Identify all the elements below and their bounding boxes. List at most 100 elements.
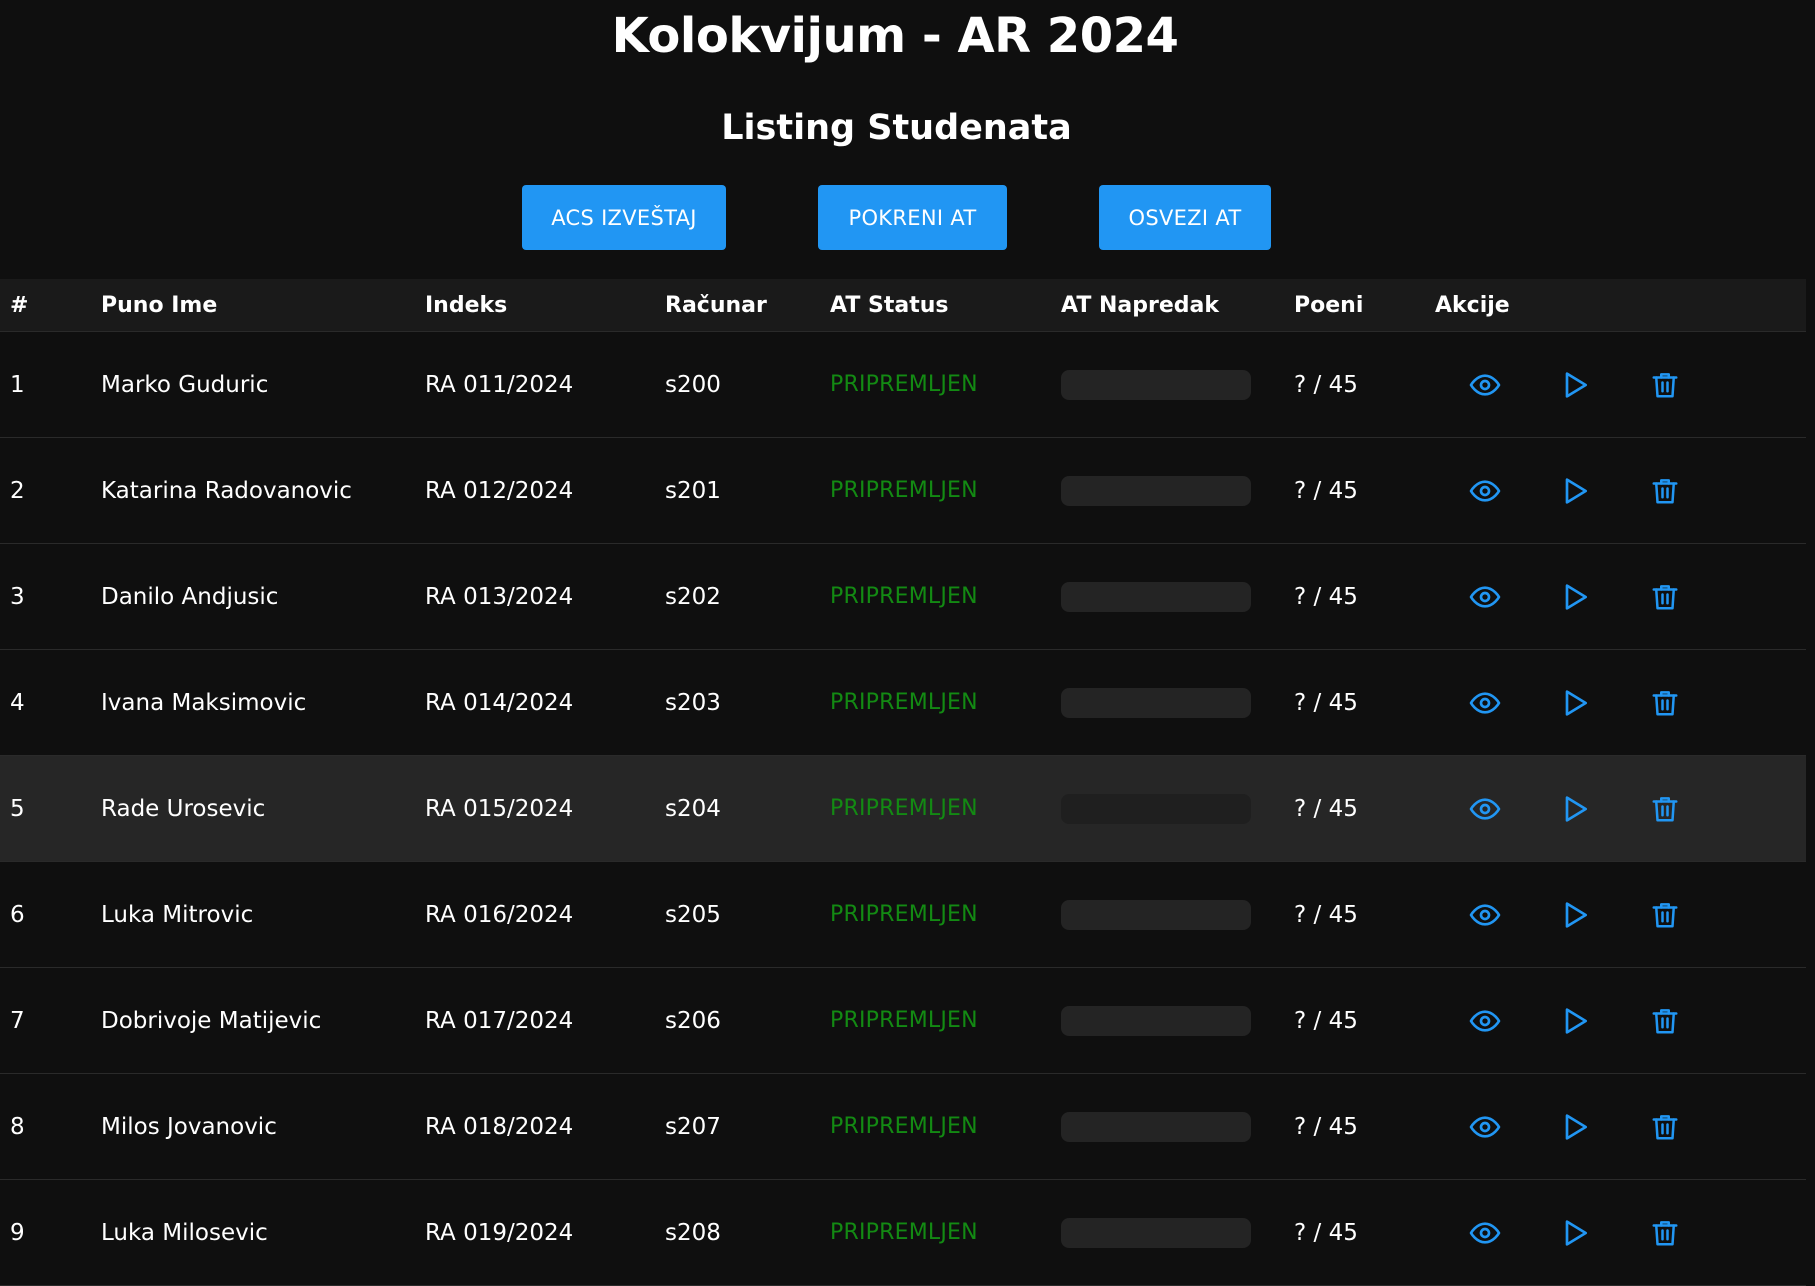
computer-name: s208	[665, 1219, 721, 1246]
table-row: 7 Dobrivoje Matijevic RA 017/2024 s206 PRIPR…	[0, 968, 1806, 1074]
table-row: 5 Rade Urosevic RA 015/2024 s204 PRIPREMLJEN…	[0, 755, 1806, 862]
computer-name: s207	[665, 1113, 721, 1140]
eye-icon[interactable]	[1467, 1215, 1503, 1251]
at-progress-bar	[1061, 899, 1251, 930]
computer-name: s201	[665, 477, 721, 504]
column-header-computer: Računar	[655, 279, 820, 332]
at-status: PRIPREMLJEN	[830, 1114, 978, 1139]
student-name: Katarina Radovanovic	[101, 477, 352, 504]
computer-name: s202	[665, 583, 721, 610]
at-status: PRIPREMLJEN	[830, 1008, 978, 1033]
trash-icon[interactable]	[1647, 897, 1683, 933]
row-number: 3	[10, 583, 25, 610]
trash-icon[interactable]	[1647, 1215, 1683, 1251]
at-status: PRIPREMLJEN	[830, 584, 978, 609]
student-name: Rade Urosevic	[101, 795, 266, 822]
at-progress-bar	[1061, 581, 1251, 612]
page-subtitle: Listing Studenata	[721, 108, 1072, 148]
students-table-container: # Puno Ime Indeks Računar AT Status AT N…	[0, 279, 1806, 1286]
actions-cell	[1425, 1180, 1806, 1286]
row-number: 9	[10, 1219, 25, 1246]
trash-icon[interactable]	[1647, 473, 1683, 509]
student-name: Dobrivoje Matijevic	[101, 1007, 322, 1034]
at-progress-cell	[1051, 438, 1284, 544]
play-icon[interactable]	[1557, 473, 1593, 509]
play-icon[interactable]	[1557, 685, 1593, 721]
student-index: RA 016/2024	[425, 901, 574, 928]
play-icon[interactable]	[1557, 367, 1593, 403]
at-progress-bar	[1061, 1005, 1251, 1036]
student-index: RA 018/2024	[425, 1113, 574, 1140]
trash-icon[interactable]	[1647, 1109, 1683, 1145]
student-name: Ivana Maksimovic	[101, 689, 307, 716]
at-progress-cell	[1051, 862, 1284, 968]
eye-icon[interactable]	[1467, 897, 1503, 933]
computer-name: s204	[665, 795, 721, 822]
student-index: RA 013/2024	[425, 583, 574, 610]
actions-cell	[1425, 968, 1806, 1074]
student-index: RA 015/2024	[425, 795, 574, 822]
row-number: 7	[10, 1007, 25, 1034]
row-number: 1	[10, 371, 25, 398]
trash-icon[interactable]	[1647, 791, 1683, 827]
play-icon[interactable]	[1557, 897, 1593, 933]
points: ? / 45	[1294, 371, 1358, 398]
computer-name: s206	[665, 1007, 721, 1034]
at-progress-cell	[1051, 650, 1284, 756]
row-number: 4	[10, 689, 25, 716]
page-title: Kolokvijum - AR 2024	[611, 8, 1179, 64]
column-header-at-progress: AT Napredak	[1051, 279, 1284, 332]
run-at-button[interactable]: POKRENI AT	[818, 185, 1007, 250]
at-progress-cell	[1051, 1180, 1284, 1286]
actions-cell	[1425, 650, 1806, 756]
trash-icon[interactable]	[1647, 579, 1683, 615]
eye-icon[interactable]	[1467, 1109, 1503, 1145]
actions-cell	[1425, 756, 1806, 862]
table-row: 8 Milos Jovanovic RA 018/2024 s207 PRIPREMLJ…	[0, 1074, 1806, 1180]
at-status: PRIPREMLJEN	[830, 1220, 978, 1245]
at-status: PRIPREMLJEN	[830, 796, 978, 821]
student-name: Danilo Andjusic	[101, 583, 279, 610]
acs-report-button[interactable]: ACS IZVEŠTAJ	[522, 185, 726, 250]
eye-icon[interactable]	[1467, 579, 1503, 615]
eye-icon[interactable]	[1467, 791, 1503, 827]
play-icon[interactable]	[1557, 1003, 1593, 1039]
play-icon[interactable]	[1557, 1109, 1593, 1145]
play-icon[interactable]	[1557, 579, 1593, 615]
at-status: PRIPREMLJEN	[830, 690, 978, 715]
table-row: 6 Luka Mitrovic RA 016/2024 s205 PRIPREMLJEN…	[0, 862, 1806, 968]
student-name: Luka Mitrovic	[101, 901, 254, 928]
at-progress-cell	[1051, 968, 1284, 1074]
play-icon[interactable]	[1557, 791, 1593, 827]
eye-icon[interactable]	[1467, 473, 1503, 509]
table-row: 2 Katarina Radovanovic RA 012/2024 s201 PRIP…	[0, 438, 1806, 544]
points: ? / 45	[1294, 795, 1358, 822]
trash-icon[interactable]	[1647, 1003, 1683, 1039]
table-row: 3 Danilo Andjusic RA 013/2024 s202 PRIPREMLJ…	[0, 544, 1806, 650]
points: ? / 45	[1294, 1113, 1358, 1140]
trash-icon[interactable]	[1647, 685, 1683, 721]
student-index: RA 019/2024	[425, 1219, 574, 1246]
points: ? / 45	[1294, 1007, 1358, 1034]
actions-cell	[1425, 544, 1806, 650]
at-progress-bar	[1061, 1217, 1251, 1248]
play-icon[interactable]	[1557, 1215, 1593, 1251]
actions-cell	[1425, 1074, 1806, 1180]
trash-icon[interactable]	[1647, 367, 1683, 403]
row-number: 6	[10, 901, 25, 928]
at-status: PRIPREMLJEN	[830, 902, 978, 927]
student-index: RA 011/2024	[425, 371, 574, 398]
points: ? / 45	[1294, 1219, 1358, 1246]
points: ? / 45	[1294, 477, 1358, 504]
row-number: 5	[10, 795, 25, 822]
refresh-at-button[interactable]: OSVEZI AT	[1099, 185, 1271, 250]
at-progress-cell	[1051, 544, 1284, 650]
students-table: # Puno Ime Indeks Računar AT Status AT N…	[0, 279, 1806, 1286]
student-name: Luka Milosevic	[101, 1219, 268, 1246]
eye-icon[interactable]	[1467, 1003, 1503, 1039]
eye-icon[interactable]	[1467, 685, 1503, 721]
student-name: Marko Guduric	[101, 371, 269, 398]
table-row: 1 Marko Guduric RA 011/2024 s200 PRIPREMLJEN…	[0, 332, 1806, 438]
eye-icon[interactable]	[1467, 367, 1503, 403]
at-progress-bar	[1061, 793, 1251, 824]
